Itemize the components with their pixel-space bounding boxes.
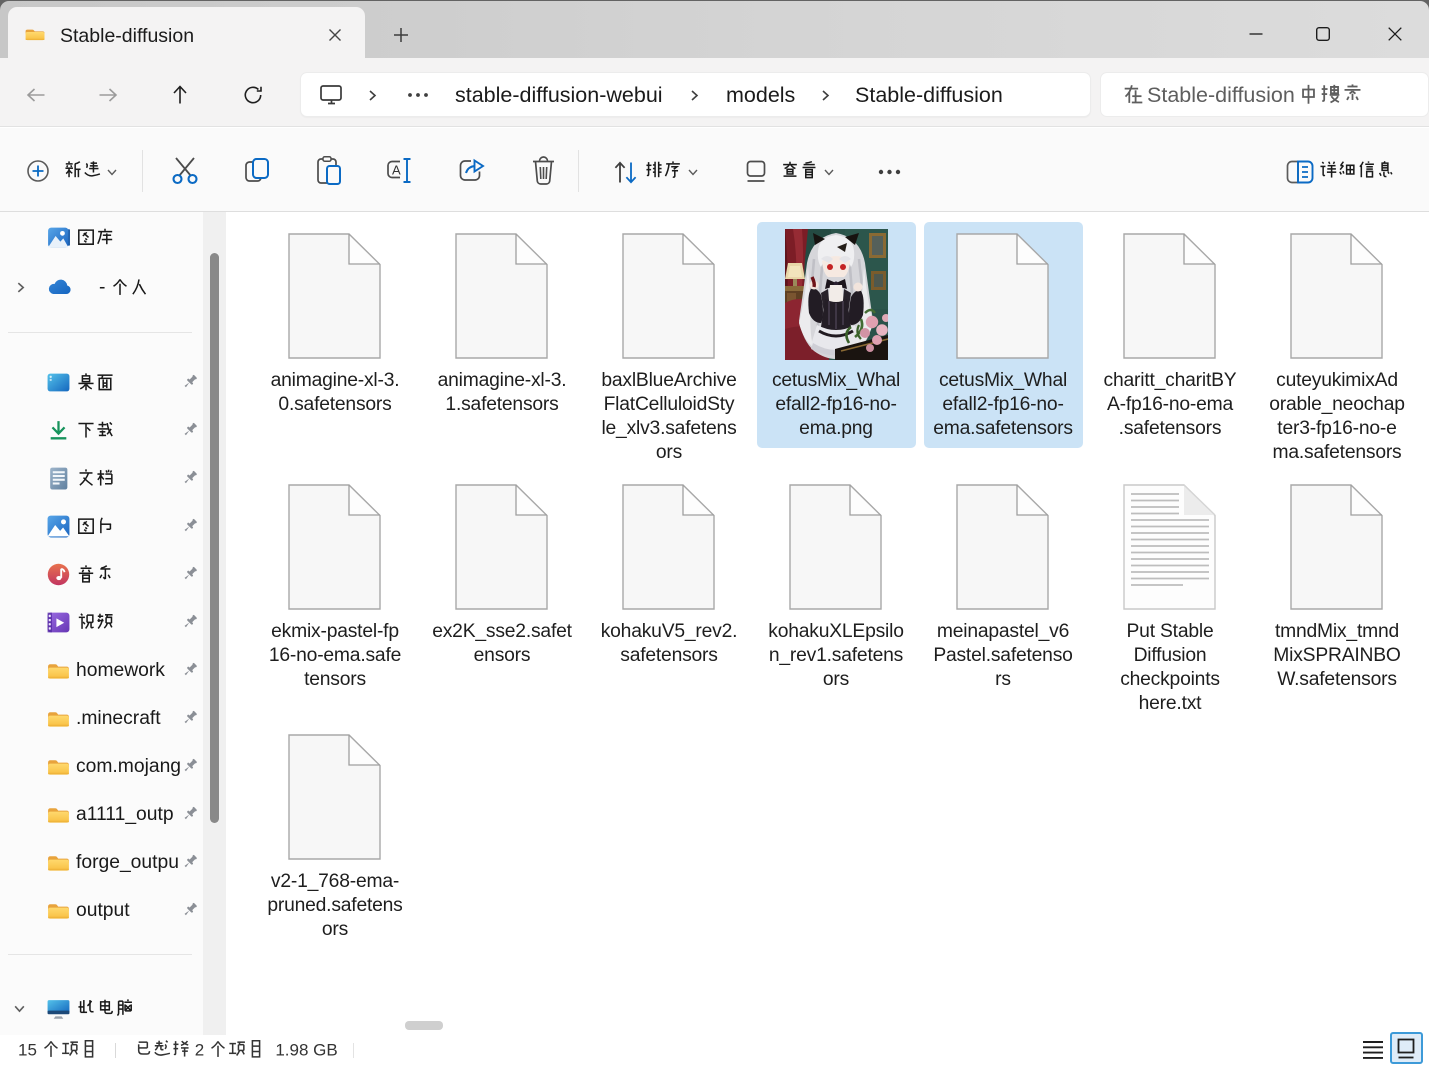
svg-text:A: A	[392, 163, 401, 178]
